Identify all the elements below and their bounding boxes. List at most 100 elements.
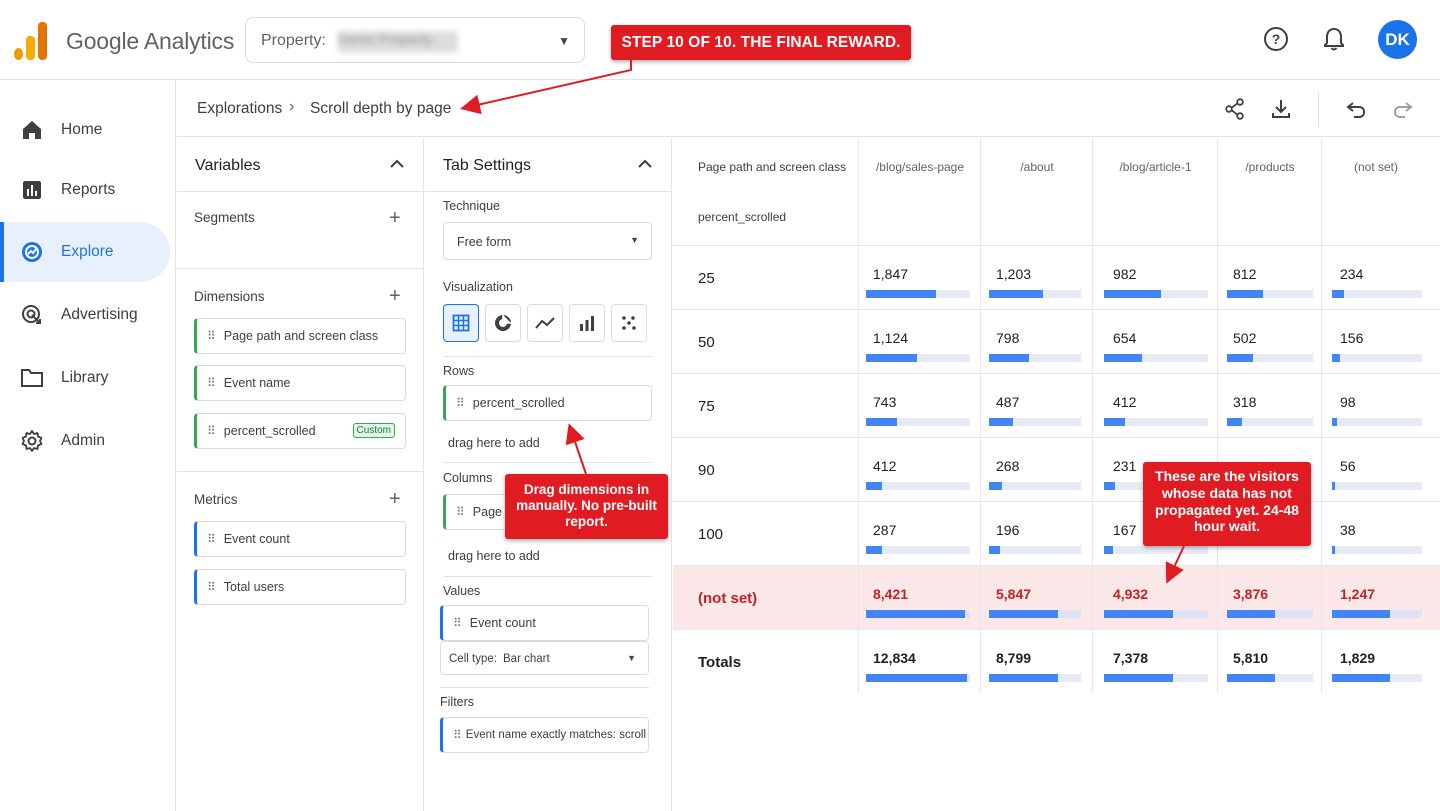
drag-handle-icon[interactable]: ⠿ [456, 505, 465, 519]
nav-item-label: Library [61, 369, 109, 386]
column-header[interactable]: /blog/sales-page [859, 160, 981, 174]
variables-header[interactable]: Variables [177, 138, 423, 192]
cell-type-select[interactable]: Cell type: Bar chart ▼ [440, 641, 649, 675]
download-icon[interactable] [1267, 95, 1295, 123]
analytics-logo[interactable] [14, 20, 48, 60]
nav-item-home[interactable]: Home [0, 100, 172, 160]
dimension-label: percent_scrolled [223, 424, 316, 438]
cell-bar-fill [1227, 354, 1253, 362]
property-label: Property: [261, 32, 326, 49]
advertising-icon [18, 301, 46, 329]
cell-value: 98 [1340, 394, 1356, 410]
property-value: Demo Property [338, 31, 458, 53]
dimension-label: Event name [223, 376, 291, 390]
cell-value: 234 [1340, 266, 1364, 282]
dimension-chip-percent-scrolled[interactable]: ⠿ percent_scrolled Custom [194, 413, 406, 449]
drag-handle-icon[interactable]: ⠿ [207, 580, 216, 594]
drag-handle-icon[interactable]: ⠿ [456, 396, 465, 410]
avatar[interactable]: DK [1378, 20, 1417, 59]
cell-value: 287 [873, 522, 897, 538]
metric-chip-event-count[interactable]: ⠿ Event count [194, 521, 406, 557]
scatter-plot-icon [622, 316, 636, 330]
notifications-bell-icon[interactable] [1319, 24, 1349, 54]
tab-settings-header[interactable]: Tab Settings [425, 138, 671, 192]
columns-drop-zone[interactable]: drag here to add [443, 536, 652, 574]
redo-icon[interactable] [1389, 95, 1417, 123]
nav-item-explore[interactable]: Explore [0, 222, 170, 282]
drag-handle-icon[interactable]: ⠿ [207, 329, 216, 343]
nav-item-advertising[interactable]: Advertising [0, 285, 172, 345]
column-header[interactable]: /blog/article-1 [1093, 160, 1218, 174]
drag-handle-icon[interactable]: ⠿ [453, 616, 462, 630]
row-label[interactable]: 50 [698, 334, 715, 351]
divider [443, 356, 652, 357]
chevron-down-icon: ▼ [558, 34, 570, 48]
cell-bar-fill [989, 546, 1000, 554]
cell-bar-fill [1104, 482, 1115, 490]
filter-chip-event-name[interactable]: ⠿ Event name exactly matches: scroll [440, 717, 649, 753]
rows-chip-label: percent_scrolled [472, 396, 565, 410]
cell-bar-fill [866, 610, 965, 618]
nav-item-label: Home [61, 121, 103, 138]
app-title: Google Analytics [66, 28, 235, 54]
table-viz-button[interactable] [443, 304, 479, 342]
drag-handle-icon[interactable]: ⠿ [207, 376, 216, 390]
breadcrumb-explorations-link[interactable]: Explorations [197, 100, 282, 118]
add-dimension-plus-icon[interactable]: + [389, 286, 401, 306]
donut-chart-icon [495, 315, 511, 331]
chevron-right-icon: › [289, 98, 295, 115]
cell-bar-track [989, 546, 1081, 554]
drag-handle-icon[interactable]: ⠿ [453, 728, 462, 742]
chevron-up-icon[interactable] [389, 156, 405, 177]
donut-chart-viz-button[interactable] [485, 304, 521, 342]
row-label[interactable]: (not set) [698, 590, 757, 607]
cell-value: 654 [1113, 330, 1137, 346]
bar-chart-icon [580, 316, 594, 331]
row-label[interactable]: 25 [698, 270, 715, 287]
cell-value: 196 [996, 522, 1020, 538]
cell-bar-track [866, 290, 970, 298]
cell-value: 502 [1233, 330, 1257, 346]
cell-bar-track [1104, 418, 1208, 426]
explore-icon [18, 238, 46, 266]
values-chip-event-count[interactable]: ⠿ Event count [440, 605, 649, 641]
nav-item-library[interactable]: Library [0, 348, 172, 408]
cell-bar-track [989, 674, 1081, 682]
column-header[interactable]: /products [1218, 160, 1322, 174]
column-header[interactable]: /about [981, 160, 1093, 174]
dimension-chip-page-path[interactable]: ⠿ Page path and screen class [194, 318, 406, 354]
line-chart-viz-button[interactable] [527, 304, 563, 342]
add-metric-plus-icon[interactable]: + [389, 489, 401, 509]
technique-select[interactable]: Free form ▼ [443, 222, 652, 260]
nav-item-admin[interactable]: Admin [0, 411, 172, 471]
exploration-title[interactable]: Scroll depth by page [310, 100, 451, 118]
row-label[interactable]: 100 [698, 526, 723, 543]
column-header[interactable]: (not set) [1322, 160, 1430, 174]
cell-value: 3,876 [1233, 586, 1269, 602]
nav-item-reports[interactable]: Reports [0, 160, 172, 220]
cell-bar-fill [989, 482, 1002, 490]
row-label[interactable]: 90 [698, 462, 715, 479]
row-label[interactable]: Totals [698, 654, 741, 671]
home-icon [18, 116, 46, 144]
rows-drop-zone[interactable]: drag here to add [443, 423, 652, 461]
help-icon[interactable]: ? [1261, 24, 1291, 54]
property-selector[interactable]: Property: Demo Property ▼ [245, 17, 585, 63]
add-segment-plus-icon[interactable]: + [389, 208, 401, 228]
undo-icon[interactable] [1342, 95, 1370, 123]
rows-chip-percent-scrolled[interactable]: ⠿ percent_scrolled [443, 385, 652, 421]
step-annotation: STEP 10 OF 10. THE FINAL REWARD. [611, 25, 911, 60]
chevron-up-icon[interactable] [637, 156, 653, 177]
metric-chip-total-users[interactable]: ⠿ Total users [194, 569, 406, 605]
dimension-chip-event-name[interactable]: ⠿ Event name [194, 365, 406, 401]
cell-value: 231 [1113, 458, 1137, 474]
scatter-plot-viz-button[interactable] [611, 304, 647, 342]
row-label[interactable]: 75 [698, 398, 715, 415]
bar-chart-viz-button[interactable] [569, 304, 605, 342]
drag-handle-icon[interactable]: ⠿ [207, 532, 216, 546]
cell-bar-track [1104, 290, 1208, 298]
share-icon[interactable] [1221, 95, 1249, 123]
cell-bar-fill [866, 482, 882, 490]
drag-handle-icon[interactable]: ⠿ [207, 424, 216, 438]
cell-bar-fill [866, 290, 936, 298]
